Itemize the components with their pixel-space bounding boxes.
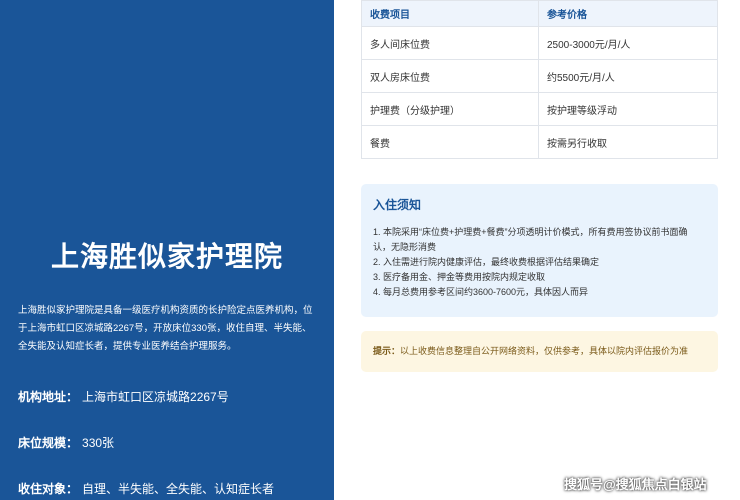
- header-reference-price: 参考价格: [538, 0, 718, 27]
- info-target-residents-label: 收住对象：: [18, 482, 79, 496]
- table-row: 护理费（分级护理） 按护理等级浮动: [361, 92, 718, 126]
- tip-box: 提示：以上收费信息整理自公开网络资料，仅供参考，具体以院内评估报价为准: [361, 331, 718, 372]
- info-address-value: 上海市虹口区凉城路2267号: [82, 390, 229, 404]
- fee-item: 餐费: [361, 125, 539, 159]
- fee-item: 护理费（分级护理）: [361, 92, 539, 126]
- info-target-residents: 收住对象： 自理、半失能、全失能、认知症长者: [18, 480, 274, 497]
- fee-price: 按需另行收取: [538, 125, 718, 159]
- admission-notice: 入住须知 1. 本院采用“床位费+护理费+餐费”分项透明计价模式，所有费用签协议…: [361, 184, 718, 317]
- tip-text: 以上收费信息整理自公开网络资料，仅供参考，具体以院内评估报价为准: [400, 346, 689, 356]
- fee-price: 约5500元/月/人: [538, 59, 718, 93]
- tip-label: 提示：: [373, 346, 401, 356]
- fee-item: 双人房床位费: [361, 59, 539, 93]
- table-row: 餐费 按需另行收取: [361, 125, 718, 159]
- list-item: 1. 本院采用“床位费+护理费+餐费”分项透明计价模式，所有费用签协议前书面确: [373, 227, 688, 237]
- info-bed-scale-value: 330张: [82, 436, 115, 450]
- fee-panel: 收费项目 参考价格 多人间床位费 2500-3000元/月/人 双人房床位费 约…: [334, 0, 740, 500]
- fee-table-header: 收费项目 参考价格: [361, 0, 718, 27]
- table-row: 双人房床位费 约5500元/月/人: [361, 59, 718, 93]
- info-address-label: 机构地址：: [18, 390, 79, 404]
- table-row: 多人间床位费 2500-3000元/月/人: [361, 26, 718, 60]
- institution-name: 上海胜似家护理院: [50, 241, 283, 272]
- header-fee-item: 收费项目: [361, 0, 539, 27]
- info-bed-scale-label: 床位规模：: [18, 436, 79, 450]
- fee-table: 收费项目 参考价格 多人间床位费 2500-3000元/月/人 双人房床位费 约…: [361, 0, 718, 159]
- info-target-residents-value: 自理、半失能、全失能、认知症长者: [82, 482, 275, 496]
- fee-item: 多人间床位费: [361, 26, 539, 60]
- watermark: 搜狐号@搜狐焦点白银站: [564, 477, 707, 492]
- institution-description: 上海胜似家护理院是具备一级医疗机构资质的长护险定点医养机构，位于上海市虹口区凉城…: [18, 305, 313, 352]
- list-item: 2. 入住需进行院内健康评估，最终收费根据评估结果确定: [373, 257, 600, 267]
- info-bed-scale: 床位规模： 330张: [18, 434, 114, 451]
- notice-title: 入住须知: [373, 198, 422, 212]
- list-item: 3. 医疗备用金、押金等费用按院内规定收取: [373, 272, 546, 282]
- institution-panel: 上海胜似家护理院 上海胜似家护理院是具备一级医疗机构资质的长护险定点医养机构，位…: [0, 0, 334, 500]
- fee-price: 2500-3000元/月/人: [538, 26, 718, 60]
- list-item: 认，无隐形消费: [373, 242, 437, 252]
- info-address: 机构地址： 上海市虹口区凉城路2267号: [18, 388, 229, 405]
- list-item: 4. 每月总费用参考区间约3600-7600元，具体因人而异: [373, 287, 589, 297]
- fee-price: 按护理等级浮动: [538, 92, 718, 126]
